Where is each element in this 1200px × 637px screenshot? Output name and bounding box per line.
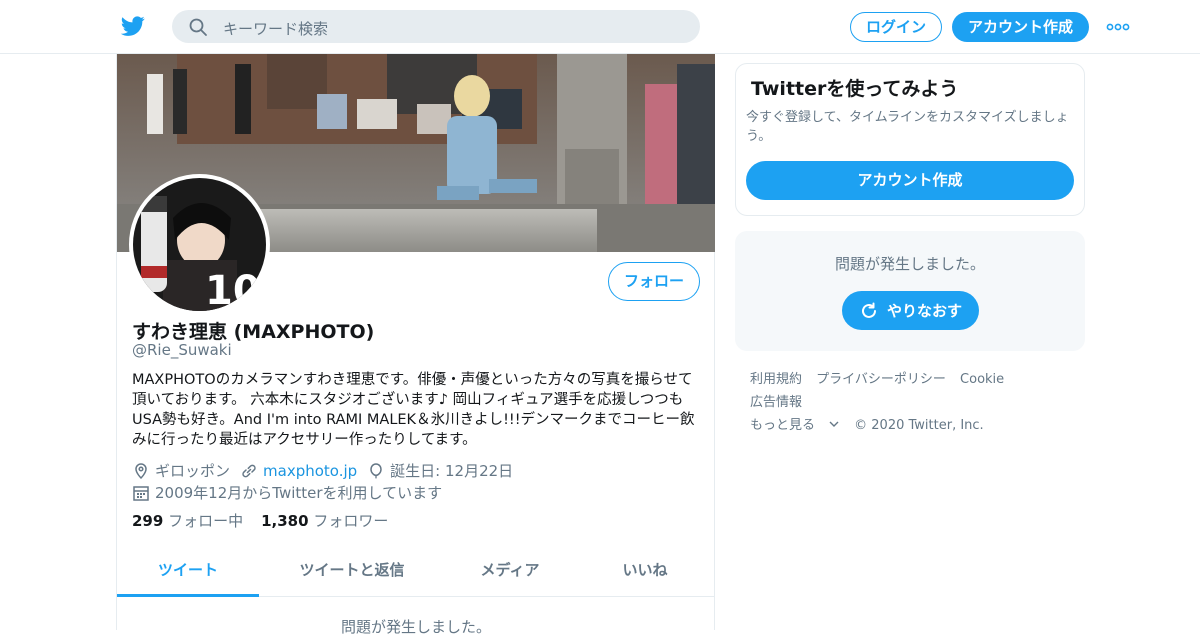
location-pin-icon (135, 462, 147, 479)
refresh-icon (862, 302, 876, 318)
error-card-message: 問題が発生しました。 (834, 255, 985, 273)
followers-count: 1,380 (261, 512, 309, 530)
profile-bio: MAXPHOTOのカメラマンすわき理恵です。俳優・声優といった方々の写真を撮らせ… (132, 372, 695, 448)
signup-card-button[interactable]: アカウント作成 (746, 161, 1074, 200)
profile-meta-row: ギロッポン maxphoto.jp 誕生日: 12月22日 (132, 460, 523, 481)
birthday-text: 誕生日: 12月22日 (390, 462, 514, 480)
tab-likes[interactable]: いいね (575, 546, 715, 597)
signup-button[interactable]: アカウント作成 (952, 12, 1089, 42)
followers-label: フォロワー (313, 512, 389, 530)
following-stat[interactable]: 299 フォロー中 (132, 512, 243, 530)
profile-joined: 2009年12月からTwitterを利用しています (132, 482, 442, 503)
followers-stat[interactable]: 1,380 フォロワー (261, 512, 388, 530)
profile-column: 10 フォロー すわき理恵 (MAXPHOTO) @Rie_Suwaki MAX… (116, 54, 715, 636)
following-label: フォロー中 (168, 512, 244, 530)
link-icon (242, 464, 256, 477)
footer-links: 利用規約 プライバシーポリシー Cookie 広告情報 もっと見る © 2020… (750, 368, 1080, 437)
following-count: 299 (132, 512, 164, 530)
tab-tweets[interactable]: ツイート (117, 546, 259, 597)
signup-card-text: 今すぐ登録して、タイムラインをカスタマイズしましょう。 (746, 110, 1069, 144)
footer-link-more[interactable]: もっと見る (750, 418, 840, 433)
footer-copyright: © 2020 Twitter, Inc. (854, 418, 984, 433)
joined-text: 2009年12月からTwitterを利用しています (155, 484, 443, 502)
tab-media[interactable]: メディア (445, 546, 575, 597)
profile-name: すわき理恵 (MAXPHOTO) (132, 321, 375, 343)
login-button[interactable]: ログイン (850, 12, 942, 42)
profile-location: ギロッポン (132, 460, 230, 481)
profile-stats: 299 フォロー中 1,380 フォロワー (132, 510, 388, 531)
chevron-down-icon (829, 421, 839, 427)
profile-avatar[interactable]: 10 (129, 174, 270, 315)
calendar-icon (133, 485, 149, 501)
timeline-error-message: 問題が発生しました。 (340, 618, 491, 636)
follow-button[interactable]: フォロー (608, 262, 700, 301)
avatar-badge-text: 10 (205, 268, 261, 311)
profile-website: maxphoto.jp (240, 462, 357, 480)
search-bar[interactable]: キーワード検索 (172, 10, 700, 43)
top-bar: キーワード検索 ログイン アカウント作成 (0, 0, 1200, 54)
profile-joined-row: 2009年12月からTwitterを利用しています (132, 482, 452, 503)
balloon-icon (370, 462, 382, 478)
signup-card-title: Twitterを使ってみよう (751, 78, 959, 100)
footer-more-label: もっと見る (750, 418, 816, 433)
profile-tabs: ツイート ツイートと返信 メディア いいね (117, 546, 715, 597)
profile-handle: @Rie_Suwaki (132, 341, 232, 359)
footer-link-privacy[interactable]: プライバシーポリシー (816, 372, 946, 387)
error-card: 問題が発生しました。 やりなおす (735, 231, 1085, 351)
retry-label: やりなおす (886, 302, 962, 320)
tab-tweets-and-replies[interactable]: ツイートと返信 (259, 546, 445, 597)
footer-link-cookie[interactable]: Cookie (960, 372, 1004, 387)
search-icon (189, 18, 207, 36)
website-link[interactable]: maxphoto.jp (263, 462, 357, 480)
signup-card: Twitterを使ってみよう 今すぐ登録して、タイムラインをカスタマイズしましょ… (735, 63, 1085, 216)
more-dots-icon[interactable] (1106, 17, 1130, 37)
twitter-bird-icon[interactable] (120, 14, 146, 38)
profile-birthday: 誕生日: 12月22日 (367, 460, 513, 481)
location-text: ギロッポン (155, 462, 231, 480)
footer-link-ads[interactable]: 広告情報 (750, 395, 802, 410)
search-input[interactable]: キーワード検索 (223, 18, 328, 39)
footer-link-terms[interactable]: 利用規約 (750, 372, 802, 387)
retry-button[interactable]: やりなおす (842, 291, 979, 330)
